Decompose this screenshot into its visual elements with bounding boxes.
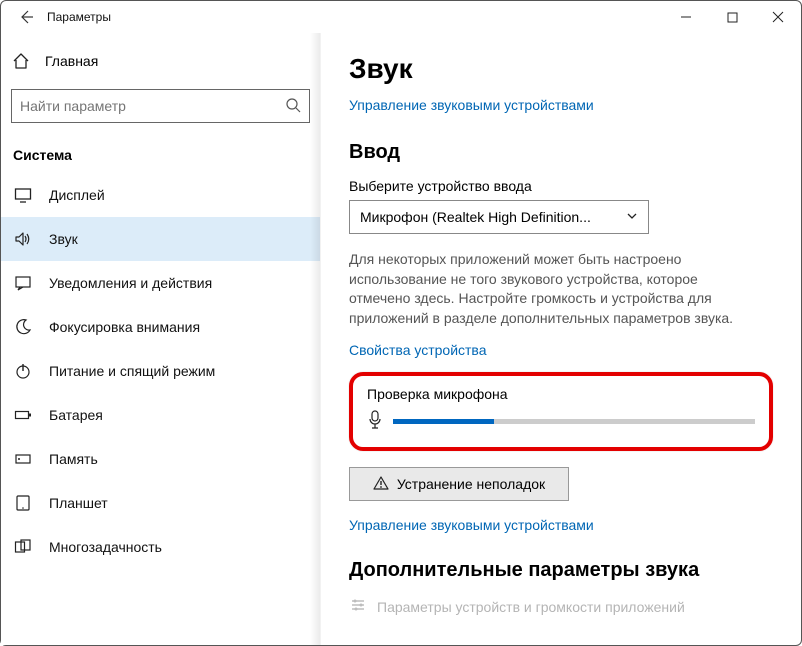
sidebar-item-multitasking[interactable]: Многозадачность [1,525,320,569]
minimize-button[interactable] [663,1,709,33]
sidebar-item-label: Планшет [49,495,108,511]
back-button[interactable] [11,1,41,33]
sidebar-item-tablet[interactable]: Планшет [1,481,320,525]
window-title: Параметры [41,10,111,24]
sidebar: Главная Система Дисплей Звук [1,33,321,645]
sidebar-home-label: Главная [45,53,98,69]
display-icon [13,186,33,204]
sidebar-home[interactable]: Главная [1,41,320,81]
sidebar-item-label: Фокусировка внимания [49,319,200,335]
sound-icon [13,230,33,248]
multitasking-icon [13,538,33,556]
maximize-icon [727,12,738,23]
troubleshoot-button[interactable]: Устранение неполадок [349,467,569,501]
storage-icon [13,450,33,468]
troubleshoot-label: Устранение неполадок [397,476,545,492]
device-properties-link[interactable]: Свойства устройства [349,342,487,358]
moon-icon [13,318,33,336]
battery-icon [13,406,33,424]
mic-level-bar [393,419,755,424]
advanced-heading: Дополнительные параметры звука [349,559,773,582]
sidebar-item-storage[interactable]: Память [1,437,320,481]
sidebar-item-label: Дисплей [49,187,105,203]
close-icon [772,11,784,23]
sidebar-section-title: Система [1,133,320,173]
manage-devices-link[interactable]: Управление звуковыми устройствами [349,97,594,113]
arrow-left-icon [18,9,34,25]
power-icon [13,362,33,380]
sidebar-item-battery[interactable]: Батарея [1,393,320,437]
search-icon [285,97,301,116]
input-heading: Ввод [349,141,773,164]
sidebar-item-display[interactable]: Дисплей [1,173,320,217]
input-device-label: Выберите устройство ввода [349,178,773,194]
sidebar-item-power[interactable]: Питание и спящий режим [1,349,320,393]
mic-test-label: Проверка микрофона [367,386,755,402]
home-icon [11,52,31,70]
sidebar-item-label: Питание и спящий режим [49,363,215,379]
maximize-button[interactable] [709,1,755,33]
minimize-icon [680,11,692,23]
app-volume-label: Параметры устройств и громкости приложен… [377,599,685,615]
warning-icon [373,475,389,494]
app-volume-item[interactable]: Параметры устройств и громкости приложен… [349,596,773,617]
chevron-down-icon [626,209,638,225]
microphone-icon [367,410,383,433]
titlebar: Параметры [1,1,801,33]
page-title: Звук [349,53,773,85]
mic-level-fill [393,419,494,424]
sidebar-item-label: Память [49,451,98,467]
search-input-container[interactable] [11,89,310,123]
sliders-icon [349,596,367,617]
notifications-icon [13,274,33,292]
manage-devices-link-2[interactable]: Управление звуковыми устройствами [349,517,594,533]
mic-test-region: Проверка микрофона [349,372,773,451]
input-device-selected: Микрофон (Realtek High Definition... [360,209,591,225]
sidebar-item-focus[interactable]: Фокусировка внимания [1,305,320,349]
input-help-text: Для некоторых приложений может быть наст… [349,250,734,328]
input-device-dropdown[interactable]: Микрофон (Realtek High Definition... [349,200,649,234]
sidebar-nav: Дисплей Звук Уведомления и действия Фоку… [1,173,320,569]
sidebar-item-sound[interactable]: Звук [1,217,320,261]
sidebar-item-label: Уведомления и действия [49,275,212,291]
sidebar-item-label: Звук [49,231,78,247]
tablet-icon [13,494,33,512]
sidebar-item-label: Многозадачность [49,539,162,555]
main-content: Звук Управление звуковыми устройствами В… [321,33,801,645]
search-input[interactable] [20,98,285,114]
sidebar-item-notifications[interactable]: Уведомления и действия [1,261,320,305]
close-button[interactable] [755,1,801,33]
sidebar-item-label: Батарея [49,407,103,423]
